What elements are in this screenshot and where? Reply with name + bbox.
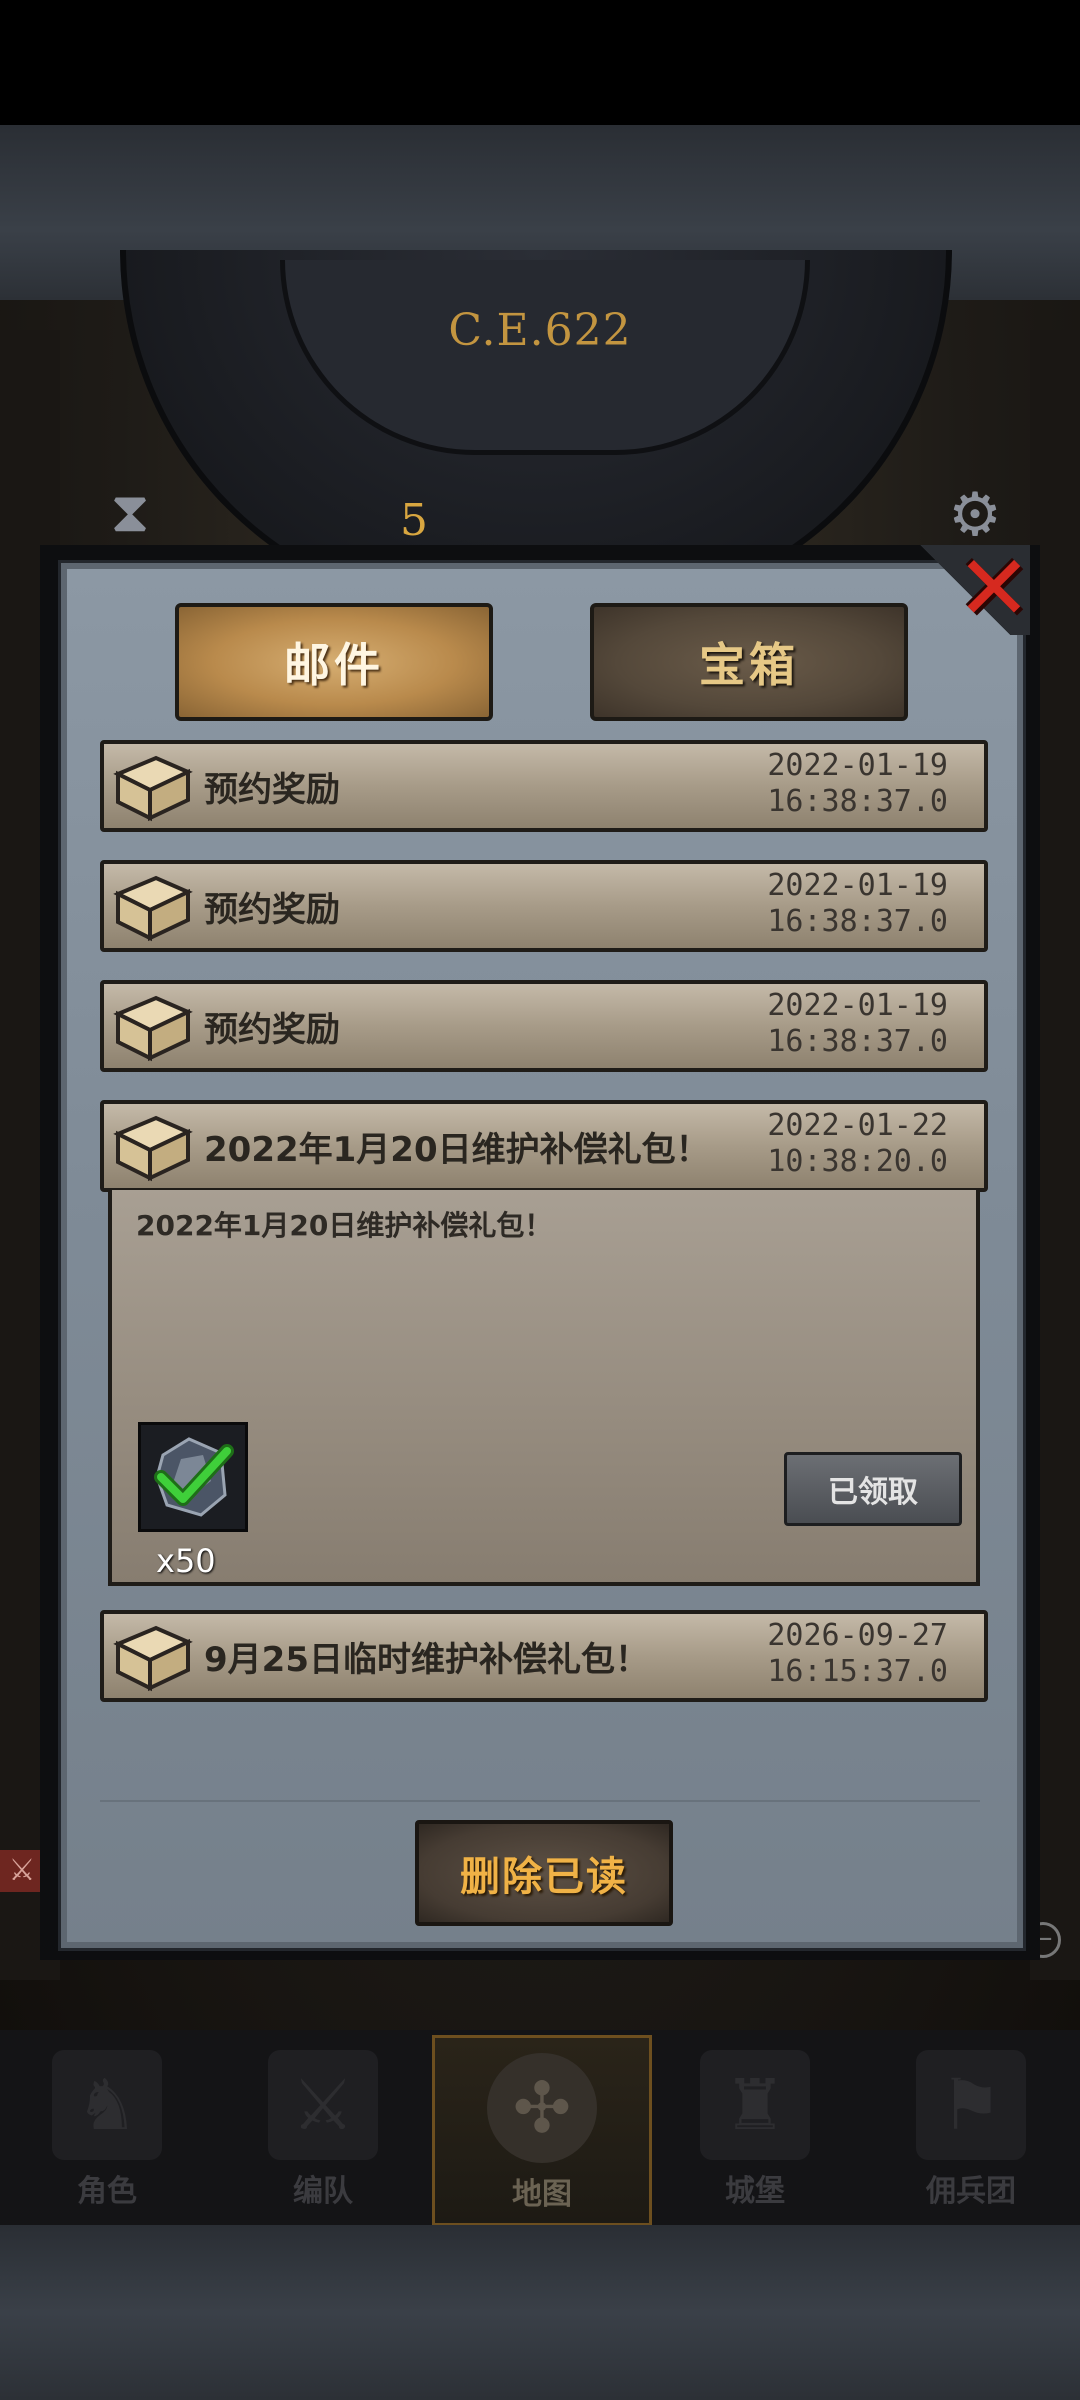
nav-label: 编队 bbox=[293, 2174, 353, 2209]
mail-date: 2022-01-22 bbox=[767, 1108, 948, 1143]
dial-number: 5 bbox=[400, 495, 428, 546]
era-label: C.E.622 bbox=[448, 305, 632, 356]
mail-timestamp: 2026-09-27 16:15:37.0 bbox=[767, 1618, 948, 1690]
status-bar-area bbox=[0, 0, 1080, 125]
mail-timestamp: 2022-01-19 16:38:37.0 bbox=[767, 988, 948, 1060]
mail-row-expanded[interactable]: 2022年1月20日维护补偿礼包！ 2022-01-22 10:38:20.0 bbox=[100, 1100, 988, 1192]
mail-time: 16:38:37.0 bbox=[767, 904, 948, 939]
mail-row[interactable]: 预约奖励 2022-01-19 16:38:37.0 bbox=[100, 740, 988, 832]
reward-item-slot[interactable] bbox=[138, 1422, 248, 1532]
mail-date: 2026-09-27 bbox=[767, 1618, 948, 1653]
nav-item-map[interactable]: ✣ 地图 bbox=[432, 2035, 652, 2226]
mail-title: 预约奖励 bbox=[204, 890, 340, 930]
nav-label: 城堡 bbox=[725, 2174, 785, 2209]
mail-body: 2022年1月20日维护补偿礼包！ x50 已领取 bbox=[108, 1190, 980, 1586]
formation-icon: ⚔ bbox=[268, 2050, 378, 2160]
map-compass-icon: ✣ bbox=[487, 2053, 597, 2163]
mail-timestamp: 2022-01-22 10:38:20.0 bbox=[767, 1108, 948, 1180]
mail-time: 16:38:37.0 bbox=[767, 1024, 948, 1059]
mail-timestamp: 2022-01-19 16:38:37.0 bbox=[767, 868, 948, 940]
chest-icon bbox=[113, 875, 193, 942]
knight-icon: ♞ bbox=[52, 2050, 162, 2160]
chest-icon bbox=[113, 995, 193, 1062]
nav-item-castle[interactable]: ♜ 城堡 bbox=[648, 2035, 862, 2220]
close-icon[interactable]: ✕ bbox=[952, 544, 1036, 634]
chest-icon bbox=[113, 1625, 193, 1692]
nav-item-formation[interactable]: ⚔ 编队 bbox=[216, 2035, 430, 2220]
mail-row[interactable]: 9月25日临时维护补偿礼包！ 2026-09-27 16:15:37.0 bbox=[100, 1610, 988, 1702]
mail-date: 2022-01-19 bbox=[767, 748, 948, 783]
mail-date: 2022-01-19 bbox=[767, 868, 948, 903]
nav-label: 佣兵团 bbox=[926, 2174, 1016, 2209]
claimed-button-label: 已领取 bbox=[828, 1475, 918, 1510]
mail-title: 预约奖励 bbox=[204, 770, 340, 810]
mail-title: 预约奖励 bbox=[204, 1010, 340, 1050]
hourglass-icon[interactable]: ⧗ bbox=[95, 480, 165, 550]
tab-mail[interactable]: 邮件 bbox=[175, 603, 493, 721]
nav-item-character[interactable]: ♞ 角色 bbox=[0, 2035, 214, 2220]
reward-count: x50 bbox=[156, 1542, 216, 1580]
castle-icon: ♜ bbox=[700, 2050, 810, 2160]
nav-item-mercenary[interactable]: ⚑ 佣兵团 bbox=[864, 2035, 1078, 2220]
list-divider bbox=[100, 1800, 980, 1802]
mail-time: 16:15:37.0 bbox=[767, 1654, 948, 1689]
bottom-frame-band bbox=[0, 2225, 1080, 2400]
mail-body-text: 2022年1月20日维护补偿礼包！ bbox=[136, 1209, 553, 1242]
mail-row[interactable]: 预约奖励 2022-01-19 16:38:37.0 bbox=[100, 980, 988, 1072]
delete-read-label: 删除已读 bbox=[460, 1854, 628, 1900]
mail-time: 16:38:37.0 bbox=[767, 784, 948, 819]
tab-chest-label: 宝箱 bbox=[699, 638, 799, 692]
battle-icon[interactable]: ⚔ bbox=[0, 1850, 44, 1892]
mail-title: 9月25日临时维护补偿礼包！ bbox=[204, 1640, 649, 1680]
mail-title: 2022年1月20日维护补偿礼包！ bbox=[204, 1130, 710, 1170]
mercenary-icon: ⚑ bbox=[916, 2050, 1026, 2160]
mail-row[interactable]: 预约奖励 2022-01-19 16:38:37.0 bbox=[100, 860, 988, 952]
nav-label: 角色 bbox=[77, 2174, 137, 2209]
delete-read-button[interactable]: 删除已读 bbox=[415, 1820, 673, 1926]
mail-date: 2022-01-19 bbox=[767, 988, 948, 1023]
mail-time: 10:38:20.0 bbox=[767, 1144, 948, 1179]
tab-chest[interactable]: 宝箱 bbox=[590, 603, 908, 721]
chest-icon bbox=[113, 1115, 193, 1182]
chest-icon bbox=[113, 755, 193, 822]
mail-timestamp: 2022-01-19 16:38:37.0 bbox=[767, 748, 948, 820]
crystal-ore-icon bbox=[154, 1437, 234, 1517]
tab-mail-label: 邮件 bbox=[284, 638, 384, 692]
claimed-button[interactable]: 已领取 bbox=[784, 1452, 962, 1526]
nav-label: 地图 bbox=[512, 2177, 572, 2212]
